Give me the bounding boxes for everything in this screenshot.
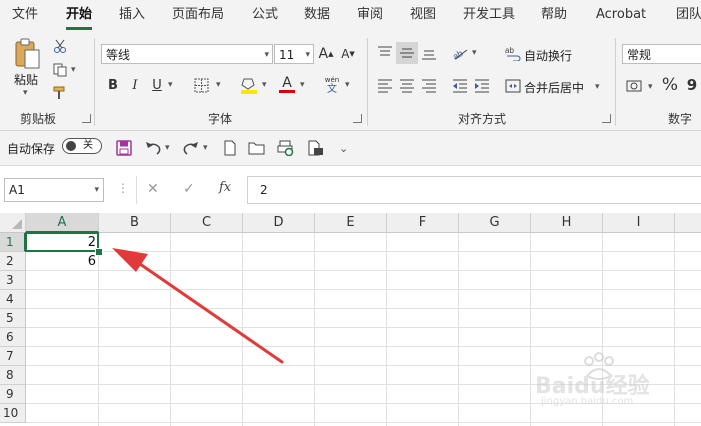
watermark: Baidu经验 jingyan.baidu.com [535, 352, 695, 412]
watermark-url: jingyan.baidu.com [541, 396, 634, 407]
